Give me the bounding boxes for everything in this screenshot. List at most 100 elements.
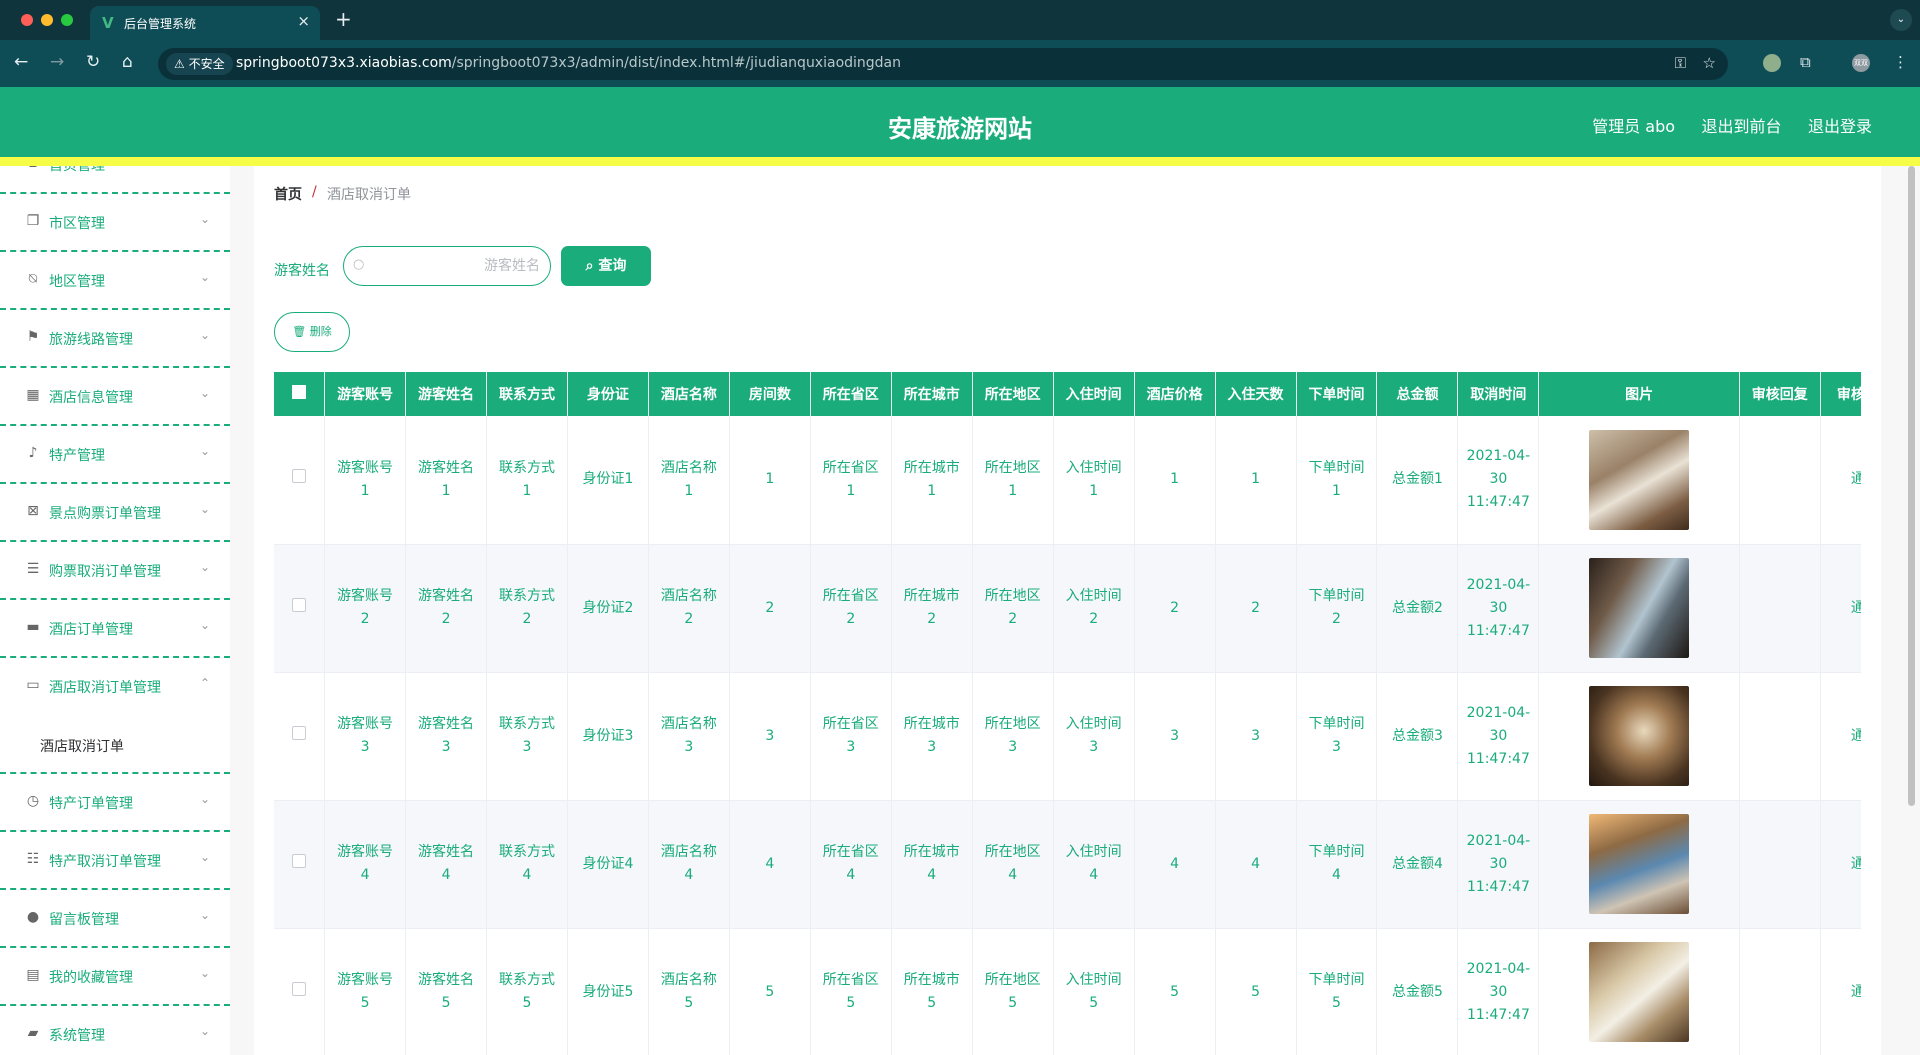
- hotel-room-image[interactable]: [1589, 814, 1690, 914]
- search-field[interactable]: ○: [343, 246, 551, 286]
- exit-to-frontend-link[interactable]: 退出到前台: [1702, 117, 1782, 136]
- sidebar-item-ticket-orders[interactable]: ⊠ 景点购票订单管理 ⌄: [0, 484, 230, 542]
- search-input[interactable]: [370, 253, 540, 279]
- column-header[interactable]: 酒店名称: [648, 372, 730, 416]
- column-header[interactable]: 下单时间: [1296, 372, 1378, 416]
- column-header[interactable]: 房间数: [729, 372, 811, 416]
- table-cell: 所在地区3: [972, 672, 1054, 801]
- row-checkbox[interactable]: [292, 597, 307, 612]
- trash-icon: 🗑: [292, 325, 310, 338]
- column-header[interactable]: 身份证: [567, 372, 649, 416]
- sidebar-item-home[interactable]: ⌂ 首页管理: [0, 166, 230, 194]
- column-header[interactable]: 取消时间: [1457, 372, 1540, 416]
- sidebar-item-specialty-orders[interactable]: ◷ 特产订单管理 ⌄: [0, 774, 230, 832]
- sidebar-item-specialty-cancel-orders[interactable]: ☷ 特产取消订单管理 ⌄: [0, 832, 230, 890]
- column-header[interactable]: 入住天数: [1215, 372, 1297, 416]
- column-header[interactable]: 审核状态: [1820, 372, 1861, 416]
- row-select-cell[interactable]: [274, 672, 326, 801]
- sidebar-item-label: 旅游线路管理: [49, 332, 133, 348]
- column-header[interactable]: 所在省区: [810, 372, 892, 416]
- table-row[interactable]: 游客账号5 游客姓名5 联系方式5 身份证5 酒店名称5 5 所在省区5 所在城…: [274, 928, 1861, 1055]
- sidebar-item-ticket-cancel-orders[interactable]: ☰ 购票取消订单管理 ⌄: [0, 542, 230, 600]
- table-row[interactable]: 游客账号1 游客姓名1 联系方式1 身份证1 酒店名称1 1 所在省区1 所在城…: [274, 416, 1861, 545]
- table-cell: 入住时间4: [1053, 800, 1135, 929]
- sidebar-item-system[interactable]: ▰ 系统管理 ⌄: [0, 1006, 230, 1055]
- row-select-cell[interactable]: [274, 544, 326, 673]
- table-cell: 游客姓名5: [405, 928, 487, 1055]
- page-scrollbar[interactable]: [1908, 166, 1915, 806]
- sidebar-item-specialty[interactable]: ♪ 特产管理 ⌄: [0, 426, 230, 484]
- table-row[interactable]: 游客账号3 游客姓名3 联系方式3 身份证3 酒店名称3 3 所在省区3 所在城…: [274, 672, 1861, 801]
- table-cell: 3: [1215, 672, 1297, 801]
- tab-close-icon[interactable]: ×: [297, 12, 310, 30]
- home-icon[interactable]: ⌂: [122, 52, 133, 72]
- query-button[interactable]: ⌕ 查询: [561, 246, 651, 286]
- url-path: /springboot073x3/admin/dist/index.html#/…: [451, 55, 902, 71]
- hotel-room-image[interactable]: [1589, 942, 1690, 1042]
- not-secure-badge[interactable]: ⚠ 不安全: [166, 53, 233, 75]
- browser-tab[interactable]: V 后台管理系统 ×: [90, 6, 320, 40]
- profile-avatar[interactable]: 双双: [1852, 54, 1870, 72]
- hotel-room-image[interactable]: [1589, 429, 1690, 530]
- submenu-item-hotel-cancel-order[interactable]: 酒店取消订单: [0, 716, 230, 774]
- delete-button[interactable]: 🗑 删除: [274, 312, 350, 352]
- tab-title: 后台管理系统: [124, 17, 197, 31]
- row-select-cell[interactable]: [274, 928, 326, 1055]
- image-cell: [1538, 928, 1740, 1055]
- column-header[interactable]: 游客账号: [324, 372, 407, 416]
- table-cell: 2: [1215, 544, 1297, 673]
- minimize-window-button[interactable]: [41, 14, 53, 26]
- row-checkbox[interactable]: [292, 469, 307, 484]
- sidebar-item-favorites[interactable]: ▤ 我的收藏管理 ⌄: [0, 948, 230, 1006]
- select-all-header[interactable]: [274, 372, 326, 416]
- sidebar-item-message-board[interactable]: ● 留言板管理 ⌄: [0, 890, 230, 948]
- hotel-room-image[interactable]: [1589, 686, 1690, 786]
- select-all-checkbox[interactable]: [292, 385, 307, 399]
- location-icon: ●: [26, 909, 40, 925]
- column-header[interactable]: 所在地区: [972, 372, 1054, 416]
- row-select-cell[interactable]: [274, 800, 326, 929]
- table-cell: 身份证1: [567, 416, 649, 545]
- hotel-room-image[interactable]: [1589, 558, 1690, 658]
- back-icon[interactable]: ←: [14, 52, 28, 72]
- bookmark-star-icon[interactable]: ☆: [1703, 54, 1716, 72]
- puzzle-icon[interactable]: ⧉: [1800, 53, 1811, 71]
- new-tab-icon[interactable]: +: [335, 7, 352, 31]
- sidebar-item-region[interactable]: ⍉ 地区管理 ⌄: [0, 252, 230, 310]
- close-window-button[interactable]: [21, 14, 33, 26]
- table-row[interactable]: 游客账号2 游客姓名2 联系方式2 身份证2 酒店名称2 2 所在省区2 所在城…: [274, 544, 1861, 673]
- column-header[interactable]: 所在城市: [891, 372, 973, 416]
- delete-button-label: 删除: [309, 325, 332, 338]
- maximize-window-button[interactable]: [61, 14, 73, 26]
- more-options-icon[interactable]: ⋮: [1893, 53, 1908, 71]
- table-row[interactable]: 游客账号4 游客姓名4 联系方式4 身份证4 酒店名称4 4 所在省区4 所在城…: [274, 800, 1861, 929]
- key-icon[interactable]: ⚿: [1675, 54, 1686, 72]
- column-header[interactable]: 联系方式: [486, 372, 568, 416]
- table-cell: 下单时间1: [1296, 416, 1378, 545]
- table-cell: 游客账号3: [324, 672, 407, 801]
- breadcrumb-home[interactable]: 首页: [274, 184, 302, 204]
- forward-icon[interactable]: →: [50, 52, 64, 72]
- sidebar-item-city[interactable]: ❐ 市区管理 ⌄: [0, 194, 230, 252]
- column-header[interactable]: 入住时间: [1053, 372, 1135, 416]
- column-header[interactable]: 游客姓名: [405, 372, 487, 416]
- column-header[interactable]: 审核回复: [1739, 372, 1821, 416]
- sidebar-item-hotel-info[interactable]: ▦ 酒店信息管理 ⌄: [0, 368, 230, 426]
- tab-list-icon[interactable]: ⌄: [1890, 9, 1912, 31]
- table-cell: 所在省区4: [810, 800, 892, 929]
- column-header[interactable]: 总金额: [1376, 372, 1459, 416]
- sidebar-item-hotel-orders[interactable]: ▬ 酒店订单管理 ⌄: [0, 600, 230, 658]
- column-header[interactable]: 酒店价格: [1134, 372, 1216, 416]
- row-checkbox[interactable]: [292, 725, 307, 740]
- row-select-cell[interactable]: [274, 416, 326, 545]
- reload-icon[interactable]: ↻: [86, 52, 100, 72]
- chevron-up-icon: ⌃: [199, 676, 210, 690]
- row-checkbox[interactable]: [292, 853, 307, 868]
- logout-link[interactable]: 退出登录: [1808, 117, 1872, 136]
- column-header[interactable]: 图片: [1538, 372, 1740, 416]
- sidebar-item-hotel-cancel-orders[interactable]: ▭ 酒店取消订单管理 ⌃ 酒店取消订单: [0, 658, 230, 774]
- extension-icon[interactable]: [1763, 54, 1781, 72]
- address-bar[interactable]: ⚠ 不安全 springboot073x3.xiaobias.com/sprin…: [158, 48, 1728, 80]
- sidebar-item-travel-route[interactable]: ⚑ 旅游线路管理 ⌄: [0, 310, 230, 368]
- row-checkbox[interactable]: [292, 981, 307, 996]
